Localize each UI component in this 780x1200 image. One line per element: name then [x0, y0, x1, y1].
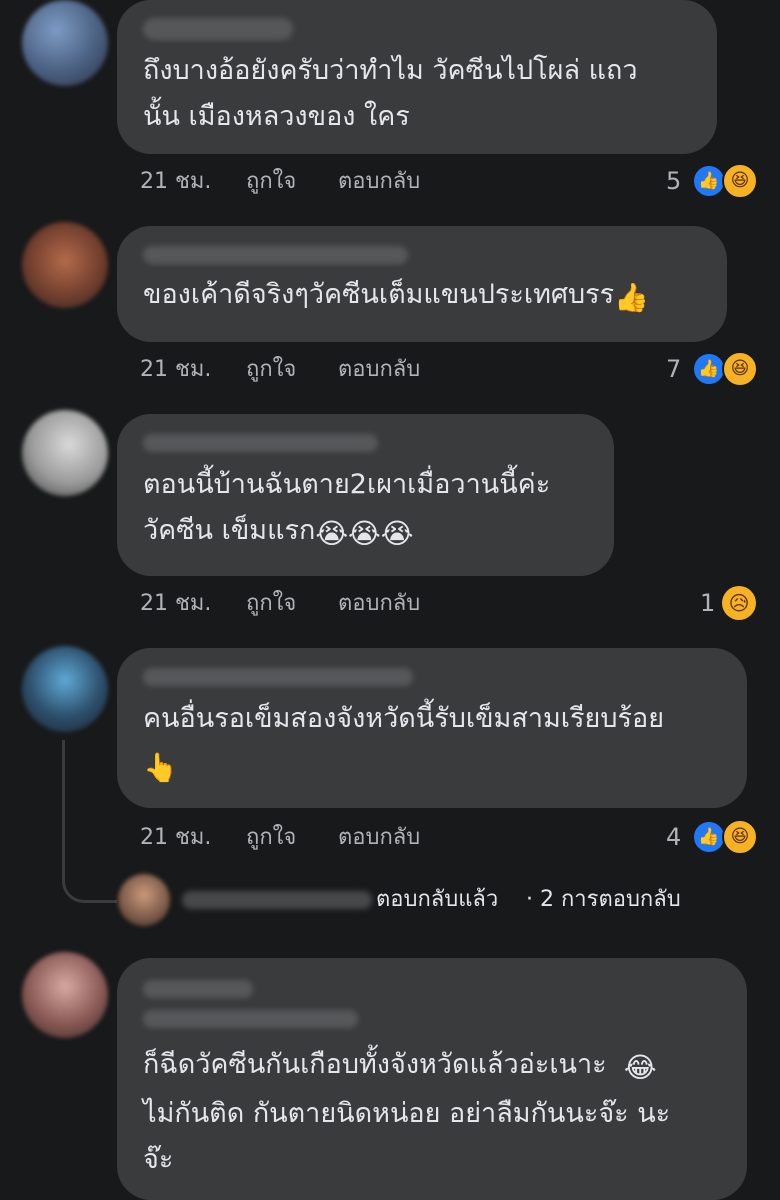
thumbs-up-icon: 👍	[692, 352, 726, 386]
crying-emoji: 😭😭😭	[315, 517, 414, 550]
avatar[interactable]	[22, 0, 108, 86]
commenter-name[interactable]	[143, 434, 378, 452]
reply-avatar	[118, 874, 170, 926]
thumbs-up-icon: 👍	[692, 820, 726, 854]
sad-face-icon: 😥	[722, 586, 756, 620]
laughing-face-icon: 😆	[722, 819, 758, 855]
like-link[interactable]: ถูกใจ	[246, 162, 296, 202]
comment-meta: 21 ชม. ถูกใจ ตอบกลับ	[140, 818, 460, 858]
commenter-name[interactable]	[143, 668, 413, 686]
reply-link[interactable]: ตอบกลับ	[338, 584, 420, 624]
commenter-name[interactable]	[143, 980, 253, 998]
reply-thread-line	[62, 740, 117, 903]
reaction-summary[interactable]: 7 👍 😆	[666, 349, 762, 389]
like-link[interactable]: ถูกใจ	[246, 584, 296, 624]
comment-meta: 21 ชม. ถูกใจ ตอบกลับ	[140, 162, 460, 202]
reaction-summary[interactable]: 1 😥	[700, 583, 762, 623]
comment-text: ของเค้าดีจริงๆวัคซีนเต็มแขนประเทศบรร👍	[143, 272, 701, 321]
reaction-summary[interactable]: 4 👍 😆	[666, 817, 762, 857]
comment-bubble: คนอื่นรอเข็มสองจังหวัดนี้รับเข็มสามเรียบ…	[117, 648, 747, 808]
view-replies-link[interactable]: ตอบกลับแล้ว · 2 การตอบกลับ	[118, 874, 738, 926]
avatar[interactable]	[22, 646, 108, 732]
comment-meta: 21 ชม. ถูกใจ ตอบกลับ	[140, 584, 460, 624]
commenter-name[interactable]	[143, 246, 408, 264]
thumbs-up-emoji: 👍	[614, 281, 650, 314]
comment-time[interactable]: 21 ชม.	[140, 584, 211, 624]
comment-time[interactable]: 21 ชม.	[140, 818, 211, 858]
comment-time[interactable]: 21 ชม.	[140, 350, 211, 390]
laughing-face-icon: 😆	[722, 163, 758, 199]
comment-bubble: ถึงบางอ้อยังครับว่าทำไม วัคซีนไปโผล่ แถว…	[117, 0, 717, 154]
avatar[interactable]	[22, 410, 108, 496]
like-link[interactable]: ถูกใจ	[246, 350, 296, 390]
pointing-up-emoji: 👆	[143, 751, 178, 784]
replier-name	[182, 891, 372, 909]
tears-of-joy-emoji: 😂	[623, 1051, 657, 1084]
commenter-name[interactable]	[143, 18, 293, 40]
commenter-subname	[143, 1010, 358, 1028]
comment-time[interactable]: 21 ชม.	[140, 162, 211, 202]
laughing-face-icon: 😆	[722, 351, 758, 387]
reply-link[interactable]: ตอบกลับ	[338, 818, 420, 858]
comment-text: ถึงบางอ้อยังครับว่าทำไม วัคซีนไปโผล่ แถว…	[143, 55, 638, 132]
replied-label: ตอบกลับแล้ว	[376, 887, 499, 912]
avatar[interactable]	[22, 952, 108, 1038]
comment-meta: 21 ชม. ถูกใจ ตอบกลับ	[140, 350, 460, 390]
comment-bubble: ตอนนี้บ้านฉันตาย2เผาเมื่อวานนี้ค่ะ วัคซี…	[117, 414, 614, 576]
comment-text: คนอื่นรอเข็มสองจังหวัดนี้รับเข็มสามเรียบ…	[143, 696, 721, 791]
reply-link[interactable]: ตอบกลับ	[338, 350, 420, 390]
comment-bubble: ก็ฉีดวัคซีนกันเกือบทั้งจังหวัดแล้วอ่ะเนา…	[117, 958, 747, 1200]
reaction-summary[interactable]: 5 👍 😆	[666, 161, 762, 201]
thumbs-up-icon: 👍	[692, 164, 726, 198]
like-link[interactable]: ถูกใจ	[246, 818, 296, 858]
comment-bubble: ของเค้าดีจริงๆวัคซีนเต็มแขนประเทศบรร👍	[117, 226, 727, 342]
reply-count: · 2 การตอบกลับ	[526, 887, 681, 912]
reply-link[interactable]: ตอบกลับ	[338, 162, 420, 202]
comment-text: ก็ฉีดวัคซีนกันเกือบทั้งจังหวัดแล้วอ่ะเนา…	[143, 1042, 721, 1183]
avatar[interactable]	[22, 222, 108, 308]
comment-text: ตอนนี้บ้านฉันตาย2เผาเมื่อวานนี้ค่ะ วัคซี…	[143, 462, 588, 557]
